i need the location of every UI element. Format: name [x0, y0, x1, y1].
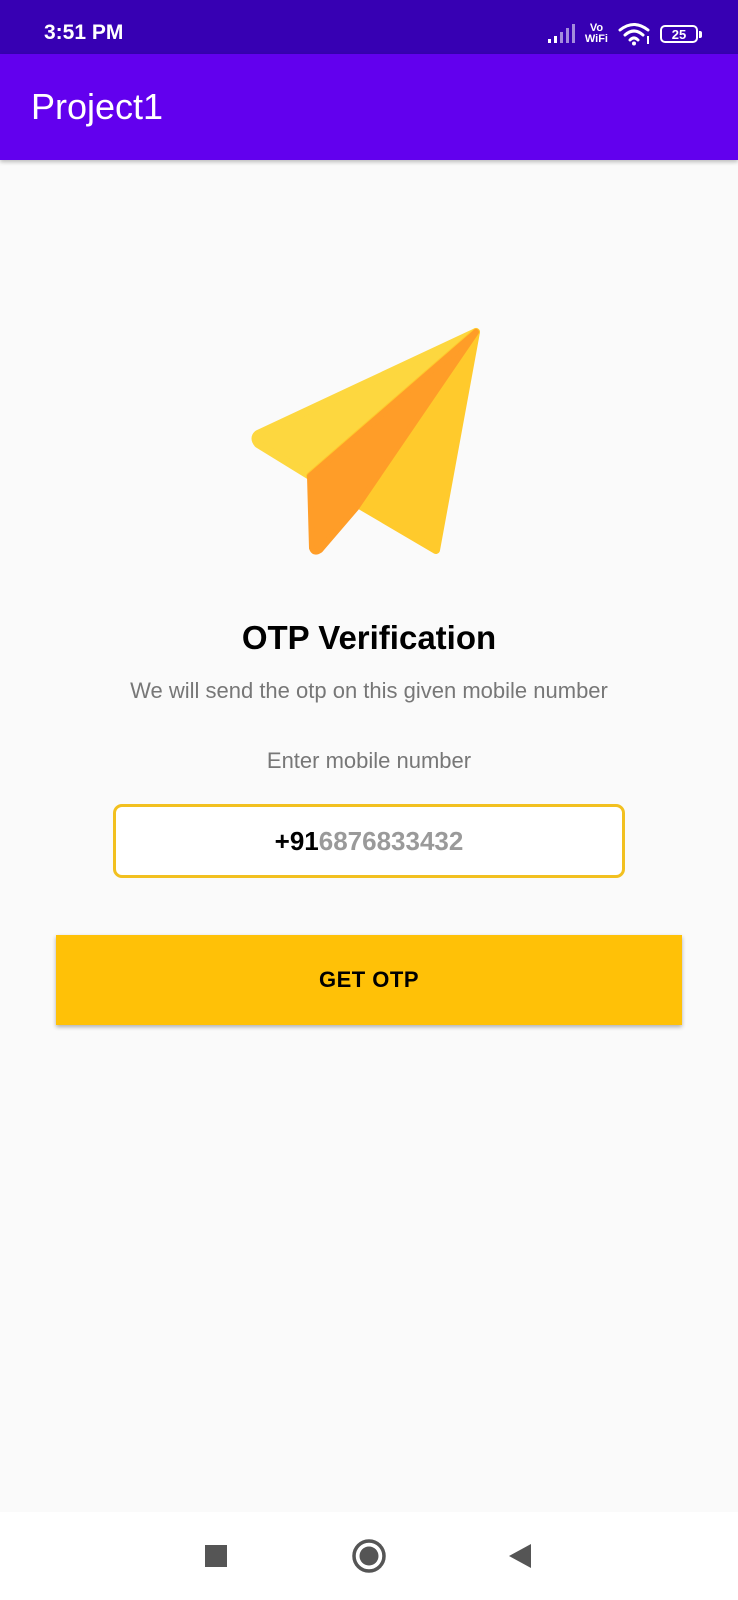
- recents-button[interactable]: [196, 1536, 236, 1576]
- paper-plane-icon: [251, 328, 480, 555]
- app-bar: Project1: [0, 54, 738, 160]
- back-button[interactable]: [500, 1536, 540, 1576]
- battery-icon: 25: [660, 25, 702, 43]
- home-circle-icon: [352, 1539, 386, 1573]
- get-otp-button[interactable]: GET OTP: [56, 935, 682, 1025]
- phone-number-value[interactable]: 6876833432: [319, 826, 464, 857]
- country-code: +91: [274, 825, 319, 856]
- recents-square-icon: [205, 1545, 227, 1567]
- vowifi-icon: Vo WiFi: [585, 23, 608, 45]
- get-otp-label: GET OTP: [318, 967, 420, 992]
- mobile-number-label: Enter mobile number: [266, 748, 472, 773]
- navigation-bar: [0, 1512, 738, 1600]
- otp-description: We will send the otp on this given mobil…: [130, 678, 608, 703]
- mobile-number-input[interactable]: +91 6876833432: [113, 804, 625, 878]
- signal-icon: [547, 24, 575, 43]
- otp-heading: OTP Verification: [241, 619, 497, 656]
- status-time: 3:51 PM: [44, 21, 124, 44]
- battery-level: 25: [671, 26, 687, 42]
- status-bar: 3:51 PM Vo WiFi 25: [0, 0, 738, 54]
- home-button[interactable]: [349, 1536, 389, 1576]
- app-title: Project1: [31, 86, 164, 127]
- status-icons: Vo WiFi 25: [547, 18, 702, 50]
- vowifi-label-bottom: WiFi: [584, 33, 608, 45]
- back-triangle-icon: [509, 1544, 531, 1568]
- wifi-icon: [618, 23, 650, 46]
